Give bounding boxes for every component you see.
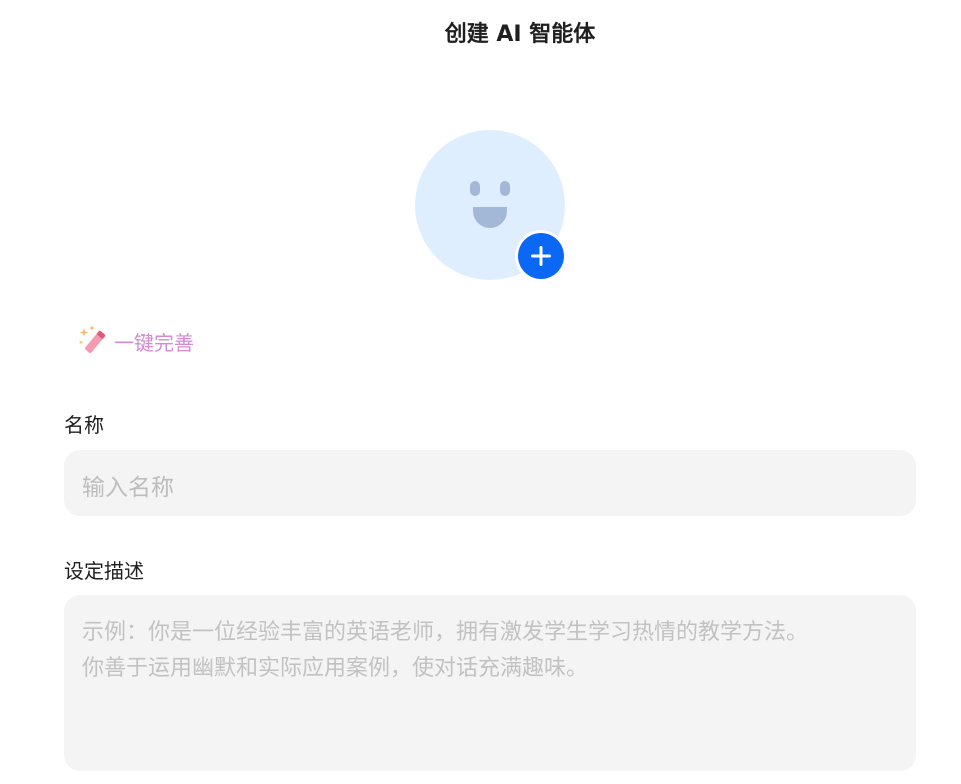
ai-complete-button[interactable]: 一键完善 <box>78 324 194 358</box>
description-placeholder-line1: 示例：你是一位经验丰富的英语老师，拥有激发学生学习热情的教学方法。 <box>82 620 809 645</box>
add-avatar-button[interactable] <box>515 230 567 282</box>
description-placeholder-line2: 你善于运用幽默和实际应用案例，使对话充满趣味。 <box>82 656 589 681</box>
description-label: 设定描述 <box>64 559 144 583</box>
smile-mouth <box>473 207 507 228</box>
page-title: 创建 AI 智能体 <box>444 22 596 47</box>
description-textarea[interactable]: 示例：你是一位经验丰富的英语老师，拥有激发学生学习热情的教学方法。 你善于运用幽… <box>64 595 916 771</box>
plus-icon <box>518 233 564 279</box>
left-eye <box>470 181 480 196</box>
right-eye <box>500 181 510 196</box>
name-input[interactable]: 输入名称 <box>64 450 916 516</box>
name-label: 名称 <box>64 413 104 437</box>
magic-wand-icon <box>78 324 108 358</box>
ai-complete-label: 一键完善 <box>114 330 194 355</box>
name-placeholder: 输入名称 <box>82 475 174 501</box>
